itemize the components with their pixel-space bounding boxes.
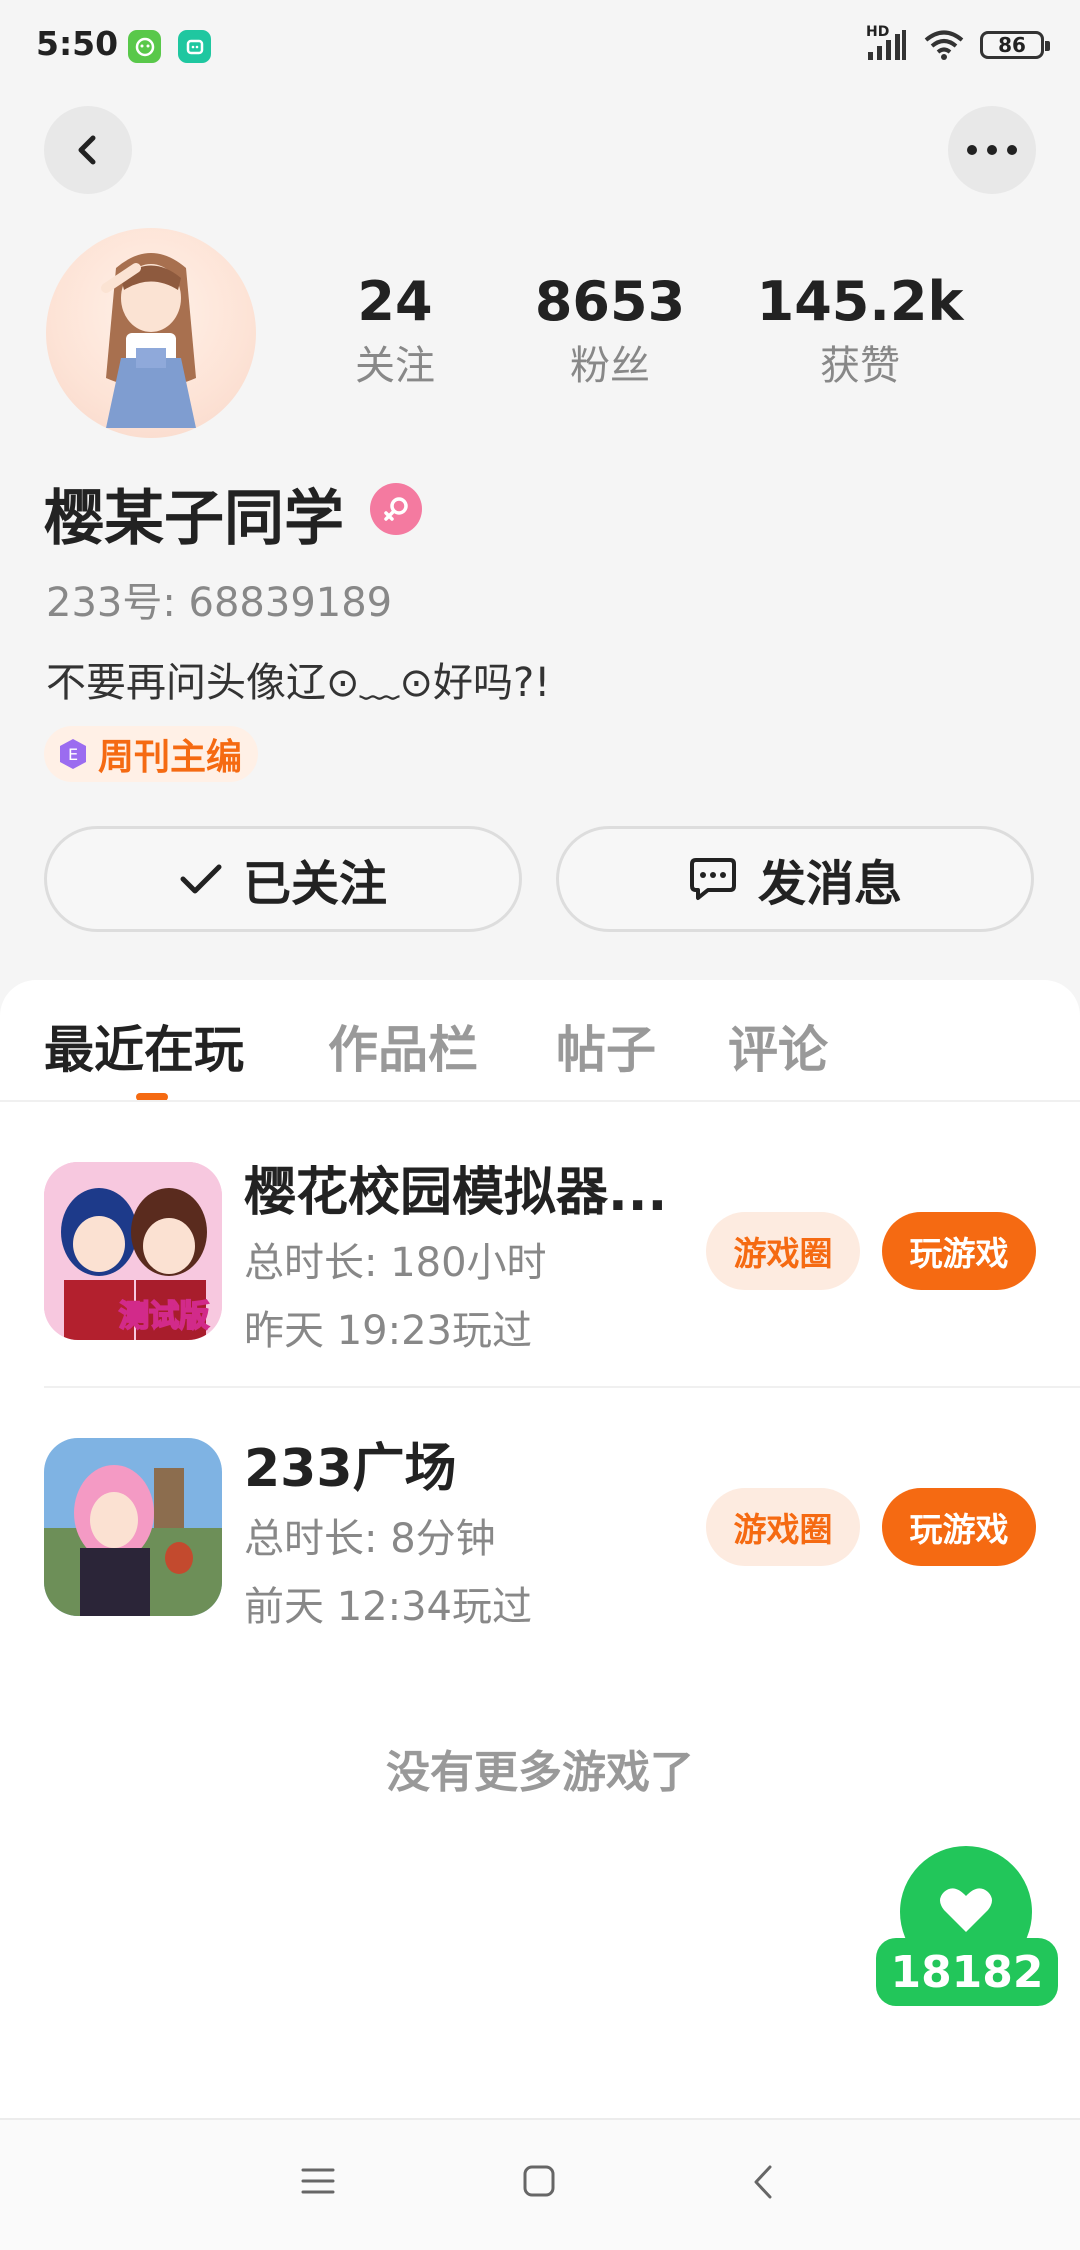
stat-following-value: 24 bbox=[357, 270, 433, 333]
game-duration: 总时长: 8分钟 bbox=[244, 1516, 496, 1562]
follow-button[interactable]: 已关注 bbox=[44, 826, 522, 932]
play-game-button[interactable]: 玩游戏 bbox=[882, 1488, 1036, 1566]
stat-likes-value: 145.2k bbox=[756, 270, 964, 333]
editor-badge[interactable]: E 周刊主编 bbox=[44, 726, 259, 782]
stat-fans-value: 8653 bbox=[534, 270, 686, 333]
stat-following-label: 关注 bbox=[355, 343, 435, 389]
avatar-illustration bbox=[101, 253, 196, 428]
back-icon bbox=[78, 135, 96, 165]
tab-posts[interactable]: 帖子 bbox=[556, 1010, 656, 1082]
game-icon-sakura[interactable]: 测试版 bbox=[44, 1162, 222, 1340]
stat-fans-label: 粉丝 bbox=[570, 343, 650, 389]
row-divider bbox=[44, 1386, 1080, 1388]
heart-icon bbox=[940, 1888, 992, 1932]
menu-icon bbox=[301, 2168, 335, 2194]
nav-back-button[interactable] bbox=[752, 2164, 774, 2204]
game-item[interactable]: 测试版 樱花校园模拟器... 总时长: 180小时 昨天 19:23玩过 游戏圈… bbox=[0, 1130, 1080, 1380]
game-last-played: 前天 12:34玩过 bbox=[244, 1584, 532, 1630]
signal-icon: HD bbox=[866, 24, 908, 62]
play-game-button[interactable]: 玩游戏 bbox=[882, 1212, 1036, 1290]
battery-icon: 86 bbox=[980, 31, 1050, 59]
stat-likes[interactable]: 145.2k 获赞 bbox=[750, 270, 970, 391]
no-more-text: 没有更多游戏了 bbox=[386, 1747, 694, 1798]
check-icon bbox=[180, 864, 222, 894]
sakura-game-art: 测试版 bbox=[44, 1162, 222, 1340]
game-item[interactable]: 233广场 总时长: 8分钟 前天 12:34玩过 游戏圈 玩游戏 bbox=[0, 1400, 1080, 1650]
message-icon bbox=[689, 858, 736, 900]
app-icon-teal bbox=[178, 30, 211, 63]
tab-works[interactable]: 作品栏 bbox=[328, 1010, 478, 1082]
stat-likes-label: 获赞 bbox=[820, 343, 900, 389]
app-icon-green bbox=[128, 30, 161, 63]
like-count[interactable]: 18182 bbox=[876, 1938, 1058, 2006]
user-id: 233号: 68839189 bbox=[46, 580, 393, 626]
tab-recent[interactable]: 最近在玩 bbox=[44, 1010, 244, 1082]
back-nav-icon bbox=[754, 2165, 772, 2199]
game-title: 233广场 bbox=[244, 1439, 457, 1499]
more-icon bbox=[967, 145, 1017, 155]
game-title: 樱花校园模拟器... bbox=[244, 1163, 668, 1223]
back-button[interactable] bbox=[44, 106, 132, 194]
game-icon-label: 测试版 bbox=[119, 1299, 209, 1334]
message-button-label: 发消息 bbox=[757, 856, 902, 912]
message-button[interactable]: 发消息 bbox=[556, 826, 1034, 932]
female-icon bbox=[370, 483, 422, 535]
home-button[interactable] bbox=[522, 2164, 556, 2202]
svg-text:E: E bbox=[68, 745, 78, 764]
follow-button-label: 已关注 bbox=[242, 856, 387, 912]
battery-level: 86 bbox=[998, 33, 1026, 57]
avatar[interactable] bbox=[46, 228, 256, 438]
wifi-icon bbox=[924, 30, 964, 60]
tabs-divider bbox=[0, 1100, 1080, 1102]
profile-name: 樱某子同学 bbox=[44, 484, 344, 554]
tab-comments[interactable]: 评论 bbox=[728, 1010, 828, 1082]
home-icon bbox=[523, 2165, 555, 2197]
stat-following[interactable]: 24 关注 bbox=[330, 270, 460, 391]
more-button[interactable] bbox=[948, 106, 1036, 194]
badge-label: 周刊主编 bbox=[98, 737, 243, 778]
game-duration: 总时长: 180小时 bbox=[244, 1240, 547, 1286]
badge-icon: E bbox=[60, 739, 86, 769]
menu-button[interactable] bbox=[300, 2166, 336, 2200]
233-game-art bbox=[44, 1438, 222, 1616]
game-icon-233[interactable] bbox=[44, 1438, 222, 1616]
game-circle-button[interactable]: 游戏圈 bbox=[706, 1488, 860, 1566]
status-right: HD 86 bbox=[866, 24, 1050, 62]
stat-fans[interactable]: 8653 粉丝 bbox=[525, 270, 695, 391]
game-last-played: 昨天 19:23玩过 bbox=[244, 1308, 532, 1354]
bio: 不要再问头像辽⊙﹏⊙好吗?! bbox=[46, 660, 551, 706]
game-circle-button[interactable]: 游戏圈 bbox=[706, 1212, 860, 1290]
status-time: 5:50 bbox=[36, 24, 119, 63]
